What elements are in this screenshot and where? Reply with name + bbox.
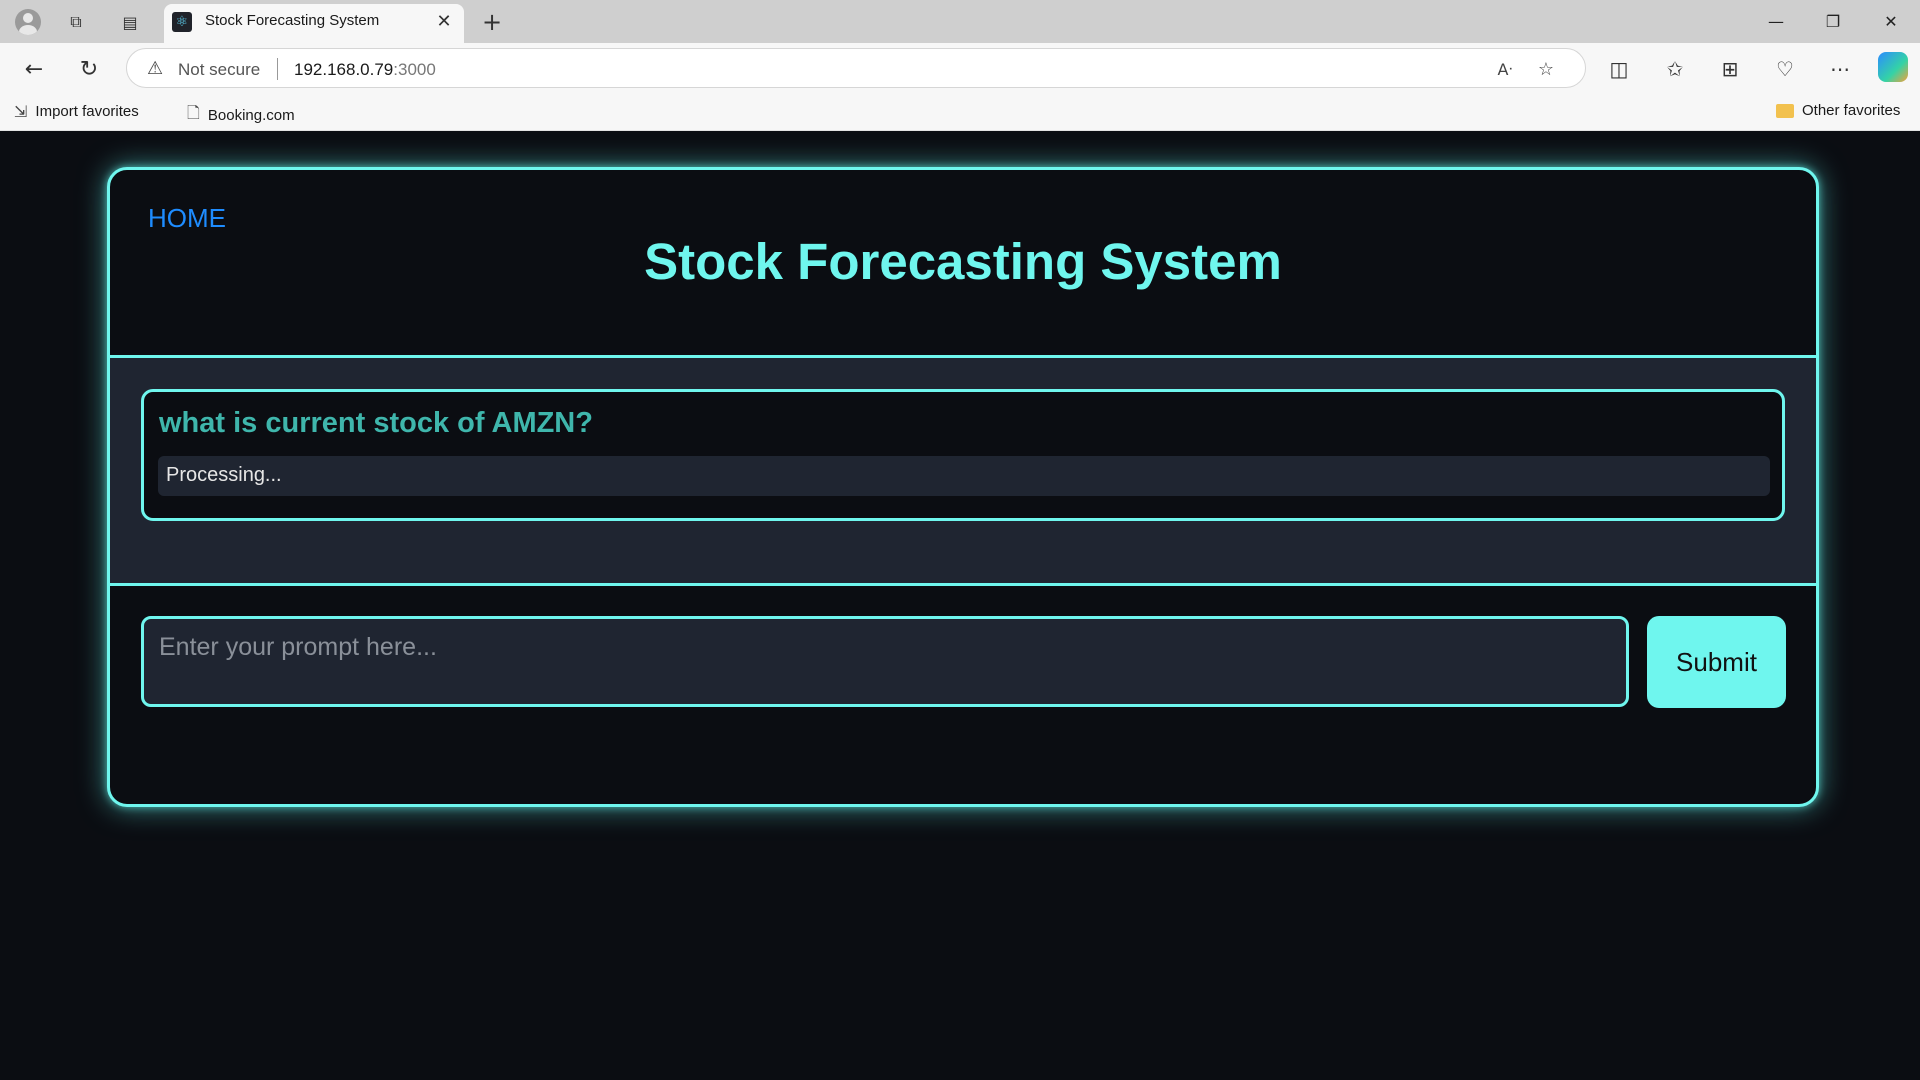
prompt-input[interactable] xyxy=(141,616,1629,707)
import-favorites-label: Import favorites xyxy=(35,103,139,120)
booking-label: Booking.com xyxy=(207,107,295,124)
copilot-icon[interactable] xyxy=(1878,52,1908,82)
browser-essentials-icon[interactable]: ♡ xyxy=(1769,53,1801,85)
other-favorites-folder[interactable]: Other favorites xyxy=(1776,102,1900,119)
back-arrow-icon[interactable]: ← xyxy=(18,53,50,85)
split-screen-icon[interactable]: ◫ xyxy=(1603,53,1635,85)
prompt-form: Submit xyxy=(110,586,1816,804)
message-card: what is current stock of AMZN? Processin… xyxy=(141,389,1785,521)
home-link[interactable]: HOME xyxy=(148,203,226,234)
other-favorites-label: Other favorites xyxy=(1802,102,1901,119)
close-tab-icon[interactable]: ✕ xyxy=(432,9,456,33)
message-question: what is current stock of AMZN? xyxy=(159,407,593,439)
vertical-tabs-icon[interactable]: ▤ xyxy=(117,9,143,35)
page-viewport: HOME Stock Forecasting System what is cu… xyxy=(5,135,1915,1073)
more-options-icon[interactable]: ⋯ xyxy=(1824,53,1856,85)
message-response: Processing... xyxy=(158,456,1770,496)
address-divider xyxy=(277,58,278,80)
read-aloud-icon[interactable]: Aᐧ xyxy=(1493,57,1517,81)
page-icon: 🗋 xyxy=(187,103,200,122)
security-label[interactable]: Not secure xyxy=(178,60,260,80)
app-card: HOME Stock Forecasting System what is cu… xyxy=(107,167,1819,807)
workspaces-icon[interactable]: ⧉ xyxy=(63,9,89,35)
collections-icon[interactable]: ⊞ xyxy=(1714,53,1746,85)
refresh-icon[interactable]: ↻ xyxy=(73,53,105,85)
url-port: :3000 xyxy=(393,60,436,79)
favorites-icon[interactable]: ✩ xyxy=(1659,53,1691,85)
booking-favorite-link[interactable]: 🗋 Booking.com xyxy=(187,102,295,129)
restore-window-icon[interactable]: ❐ xyxy=(1813,8,1853,34)
browser-tab-title: Stock Forecasting System xyxy=(205,12,380,29)
url-text[interactable]: 192.168.0.79:3000 xyxy=(294,60,436,80)
browser-tab-bar: ⧉ ▤ ⚛ Stock Forecasting System ✕ + — ❐ ✕ xyxy=(0,0,1920,43)
favorite-star-icon[interactable]: ☆ xyxy=(1534,57,1558,81)
warning-icon[interactable]: ⚠ xyxy=(147,58,163,79)
minimize-window-icon[interactable]: — xyxy=(1756,8,1796,34)
chat-history: what is current stock of AMZN? Processin… xyxy=(110,358,1816,586)
favorites-bar: ⇲ Import favorites 🗋 Booking.com Other f… xyxy=(0,93,1920,131)
submit-button[interactable]: Submit xyxy=(1647,616,1786,708)
import-favorites-link[interactable]: ⇲ Import favorites xyxy=(14,102,139,121)
address-bar[interactable]: ⚠ Not secure 192.168.0.79:3000 Aᐧ ☆ xyxy=(126,48,1586,88)
close-window-icon[interactable]: ✕ xyxy=(1871,8,1911,34)
app-header: HOME Stock Forecasting System xyxy=(110,170,1816,358)
import-icon: ⇲ xyxy=(14,102,28,121)
browser-toolbar: ← ↻ ⚠ Not secure 192.168.0.79:3000 Aᐧ ☆ … xyxy=(0,43,1920,93)
folder-icon xyxy=(1776,103,1794,118)
page-title: Stock Forecasting System xyxy=(644,233,1282,290)
react-favicon-icon: ⚛ xyxy=(172,12,192,32)
new-tab-icon[interactable]: + xyxy=(478,8,506,36)
url-host: 192.168.0.79 xyxy=(294,60,394,79)
profile-avatar-icon[interactable] xyxy=(15,9,41,35)
